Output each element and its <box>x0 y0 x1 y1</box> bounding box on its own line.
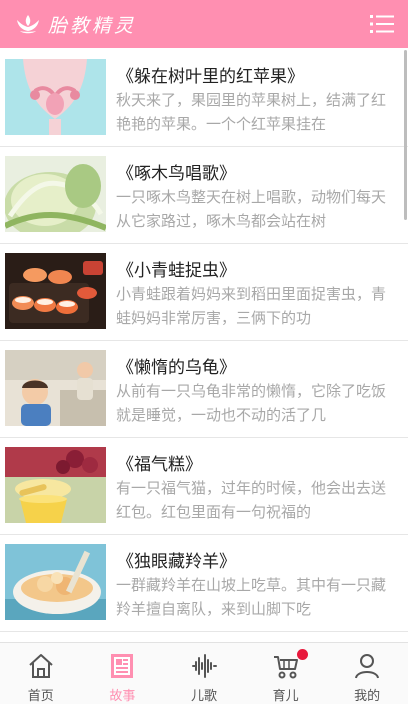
story-item[interactable]: 《小青蛙捉虫》 小青蛙跟着妈妈来到稻田里面捉害虫，青蛙妈妈非常厉害，三俩下的功 <box>0 244 408 341</box>
tab-songs[interactable]: 儿歌 <box>163 643 245 704</box>
list-scrollbar[interactable] <box>404 50 407 220</box>
story-title[interactable]: 《福气糕》 <box>117 450 202 475</box>
story-title[interactable]: 《独眼藏羚羊》 <box>117 547 236 572</box>
story-excerpt: 一只啄木鸟整天在树上唱歌，动物们每天从它家路过，啄木鸟都会站在树 <box>116 188 387 230</box>
stroller-icon <box>273 656 298 679</box>
story-book-icon <box>111 654 134 678</box>
tab-parenting-label: 育儿 <box>272 689 299 704</box>
story-item[interactable]: 《啄木鸟唱歌》 一只啄木鸟整天在树上唱歌，动物们每天从它家路过，啄木鸟都会站在树 <box>0 147 408 244</box>
tab-songs-label: 儿歌 <box>190 689 217 704</box>
bottom-tab-bar: 首页 故事 儿歌 育儿 我的 <box>0 642 408 704</box>
story-thumbnail <box>5 447 106 523</box>
story-title[interactable]: 《懒惰的乌龟》 <box>117 353 236 378</box>
story-excerpt: 从前有一只乌龟非常的懒惰，它除了吃饭就是睡觉，一动也不动的活了几 <box>116 382 387 424</box>
user-icon <box>355 654 380 679</box>
home-icon <box>29 654 53 678</box>
story-thumbnail <box>5 350 106 426</box>
story-thumbnail <box>5 544 106 620</box>
story-excerpt: 秋天来了，果园里的苹果树上，结满了红艳艳的苹果。一个个红苹果挂在 <box>116 91 387 133</box>
story-item[interactable]: 《独眼藏羚羊》 一群藏羚羊在山坡上吃草。其中有一只藏羚羊擅自离队，来到山脚下吃 <box>0 535 408 632</box>
app-header: 胎教精灵 <box>0 0 408 48</box>
tab-home[interactable]: 首页 <box>0 643 82 704</box>
story-item[interactable]: 《躲在树叶里的红苹果》 秋天来了，果园里的苹果树上，结满了红艳艳的苹果。一个个红… <box>0 50 408 147</box>
tab-me-label: 我的 <box>354 689 381 704</box>
story-list[interactable]: 《躲在树叶里的红苹果》 秋天来了，果园里的苹果树上，结满了红艳艳的苹果。一个个红… <box>0 50 408 642</box>
story-title[interactable]: 《啄木鸟唱歌》 <box>117 159 236 184</box>
tab-me[interactable]: 我的 <box>326 643 408 704</box>
story-title[interactable]: 《躲在树叶里的红苹果》 <box>117 62 304 87</box>
story-thumbnail <box>5 253 106 329</box>
tab-parenting[interactable]: 育儿 <box>245 643 327 704</box>
app-logo: 胎教精灵 <box>14 10 136 38</box>
story-excerpt: 小青蛙跟着妈妈来到稻田里面捉害虫，青蛙妈妈非常厉害，三俩下的功 <box>116 285 387 327</box>
app-title: 胎教精灵 <box>48 14 137 37</box>
story-title[interactable]: 《小青蛙捉虫》 <box>117 256 236 281</box>
story-thumbnail <box>5 156 106 232</box>
story-thumbnail <box>5 59 106 135</box>
lotus-hands-icon <box>17 15 39 34</box>
soundwave-icon <box>191 654 217 678</box>
tab-story-label: 故事 <box>109 689 136 704</box>
story-item[interactable]: 《福气糕》 有一只福气猫，过年的时候，他会出去送红包。红包里面有一句祝福的 <box>0 438 408 535</box>
list-menu-icon[interactable] <box>370 13 394 35</box>
notification-badge <box>296 649 308 660</box>
tab-story[interactable]: 故事 <box>82 643 164 704</box>
story-item[interactable]: 《懒惰的乌龟》 从前有一只乌龟非常的懒惰，它除了吃饭就是睡觉，一动也不动的活了几 <box>0 341 408 438</box>
story-excerpt: 一群藏羚羊在山坡上吃草。其中有一只藏羚羊擅自离队，来到山脚下吃 <box>116 576 387 618</box>
tab-home-label: 首页 <box>27 689 54 704</box>
story-excerpt: 有一只福气猫，过年的时候，他会出去送红包。红包里面有一句祝福的 <box>116 479 387 521</box>
